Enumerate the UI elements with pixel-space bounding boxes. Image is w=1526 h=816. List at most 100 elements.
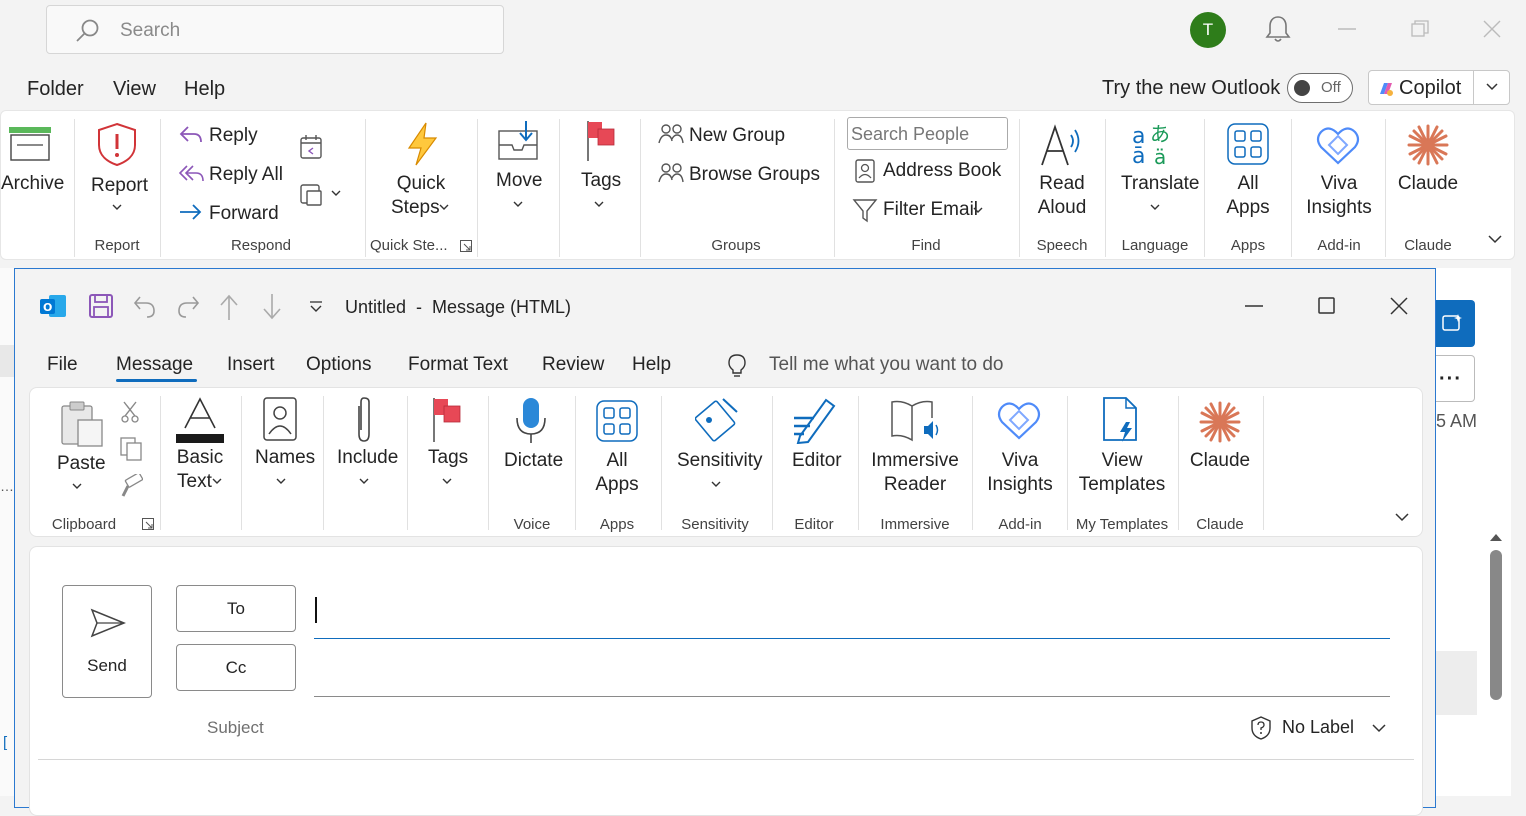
more-respond-icon[interactable]	[299, 179, 345, 209]
filter-icon	[852, 197, 878, 223]
copilot-button[interactable]: Copilot	[1368, 70, 1510, 105]
browse-groups-button[interactable]: Browse Groups	[689, 164, 820, 186]
to-field[interactable]	[314, 593, 1390, 639]
save-icon[interactable]	[88, 293, 114, 319]
immersive-reader-icon	[890, 398, 940, 444]
report-button[interactable]: Report	[91, 175, 148, 197]
view-templates-button-2[interactable]: Templates	[1076, 474, 1168, 496]
names-button[interactable]: Names	[255, 447, 315, 469]
tags-button[interactable]: Tags	[581, 170, 621, 192]
search-box[interactable]: Search	[46, 5, 504, 54]
tags-button[interactable]: Tags	[428, 447, 468, 469]
all-apps-button[interactable]: All	[1213, 173, 1283, 195]
viva-insights-button[interactable]: Viva	[1299, 173, 1379, 195]
basic-text-button[interactable]: Basic	[170, 447, 230, 469]
minimize-icon[interactable]	[1245, 305, 1263, 307]
undo-icon[interactable]	[132, 293, 158, 319]
immersive-reader-button[interactable]: Immersive	[870, 450, 960, 472]
tab-options[interactable]: Options	[306, 354, 371, 376]
scrollbar[interactable]	[1487, 528, 1505, 796]
microphone-icon	[513, 396, 549, 446]
more-options-button[interactable]: ···	[1436, 355, 1475, 402]
sensitivity-button[interactable]: Sensitivity	[677, 450, 763, 472]
format-painter-icon[interactable]	[119, 474, 143, 500]
all-apps-button-2[interactable]: Apps	[1213, 197, 1283, 219]
arrow-up-icon[interactable]	[219, 293, 239, 321]
group-label-groups: Groups	[711, 237, 761, 254]
meeting-reply-icon[interactable]	[299, 133, 325, 161]
translate-button[interactable]: Translate	[1121, 173, 1200, 195]
read-aloud-button-2[interactable]: Aloud	[1025, 197, 1099, 219]
viva-insights-button-2[interactable]: Insights	[980, 474, 1060, 496]
ribbon-expand-chevron-icon[interactable]	[1395, 513, 1409, 522]
new-group-button[interactable]: New Group	[689, 125, 785, 147]
tab-insert[interactable]: Insert	[227, 354, 275, 376]
all-apps-button[interactable]: All	[582, 450, 652, 472]
to-button[interactable]: To	[176, 585, 296, 632]
close-icon[interactable]	[1390, 297, 1408, 315]
search-people-input[interactable]: Search People	[847, 117, 1008, 150]
quick-steps-label[interactable]: Quick	[371, 173, 471, 195]
avatar[interactable]: T	[1190, 12, 1226, 48]
viva-insights-button[interactable]: Viva	[980, 450, 1060, 472]
tab-help[interactable]: Help	[632, 354, 671, 376]
cut-icon[interactable]	[120, 400, 140, 424]
close-icon[interactable]	[1483, 20, 1501, 38]
chevron-down-icon[interactable]	[1486, 83, 1498, 91]
maximize-icon[interactable]	[1318, 297, 1336, 315]
reply-all-button[interactable]: Reply All	[209, 164, 283, 186]
group-label-apps: Apps	[599, 516, 635, 533]
dialog-launcher-icon[interactable]	[142, 518, 154, 530]
tab-message[interactable]: Message	[116, 354, 193, 376]
customize-toolbar-icon[interactable]	[309, 301, 323, 313]
cc-button[interactable]: Cc	[176, 644, 296, 691]
scrollbar-thumb[interactable]	[1490, 550, 1502, 700]
claude-button[interactable]: Claude	[1391, 173, 1465, 195]
minimize-icon[interactable]	[1338, 28, 1356, 30]
view-templates-button[interactable]: View	[1076, 450, 1168, 472]
right-accent-button[interactable]	[1436, 300, 1475, 347]
basic-text-button-2[interactable]: Text	[177, 471, 212, 493]
bell-icon[interactable]	[1264, 14, 1292, 44]
claude-button[interactable]: Claude	[1183, 450, 1257, 472]
forward-button[interactable]: Forward	[209, 203, 279, 225]
templates-icon	[1102, 396, 1140, 444]
dialog-launcher-icon[interactable]	[460, 240, 472, 252]
send-button[interactable]: Send	[62, 585, 152, 698]
scroll-up-icon[interactable]	[1489, 532, 1503, 542]
immersive-reader-button-2[interactable]: Reader	[870, 474, 960, 496]
restore-icon[interactable]	[1411, 20, 1429, 38]
message-ribbon: Paste Clipboard Basic Text Names Include	[29, 387, 1423, 537]
quick-steps-label-2[interactable]: Steps	[391, 197, 440, 219]
archive-button[interactable]: Archive	[1, 173, 64, 195]
tab-format-text[interactable]: Format Text	[408, 354, 508, 376]
read-aloud-button[interactable]: Read	[1025, 173, 1099, 195]
address-book-button[interactable]: Address Book	[883, 160, 1001, 182]
arrow-down-icon[interactable]	[262, 293, 282, 321]
new-outlook-toggle[interactable]: Off	[1287, 73, 1353, 103]
dictate-button[interactable]: Dictate	[504, 450, 563, 472]
tell-me-search[interactable]: Tell me what you want to do	[769, 354, 1003, 376]
paste-button[interactable]: Paste	[57, 453, 106, 475]
address-book-icon	[854, 158, 876, 184]
viva-insights-icon	[996, 398, 1042, 442]
move-button[interactable]: Move	[496, 170, 542, 192]
tab-review[interactable]: Review	[542, 354, 604, 376]
menu-help[interactable]: Help	[184, 78, 225, 101]
ribbon-collapse-chevron-icon[interactable]	[1488, 235, 1502, 244]
include-button[interactable]: Include	[337, 447, 398, 469]
all-apps-button-2[interactable]: Apps	[582, 474, 652, 496]
cc-field[interactable]	[314, 651, 1390, 697]
editor-button[interactable]: Editor	[792, 450, 842, 472]
chevron-down-icon	[513, 201, 523, 208]
viva-insights-button-2[interactable]: Insights	[1299, 197, 1379, 219]
filter-email-button[interactable]: Filter Email	[883, 199, 978, 221]
reply-button[interactable]: Reply	[209, 125, 258, 147]
menu-folder[interactable]: Folder	[27, 78, 84, 101]
sensitivity-dropdown[interactable]: No Label	[1246, 713, 1386, 743]
tab-file[interactable]: File	[47, 354, 78, 376]
redo-icon[interactable]	[175, 293, 201, 319]
menu-view[interactable]: View	[113, 78, 156, 101]
svg-text:ā: ā	[1132, 144, 1145, 167]
copy-icon[interactable]	[119, 436, 143, 462]
